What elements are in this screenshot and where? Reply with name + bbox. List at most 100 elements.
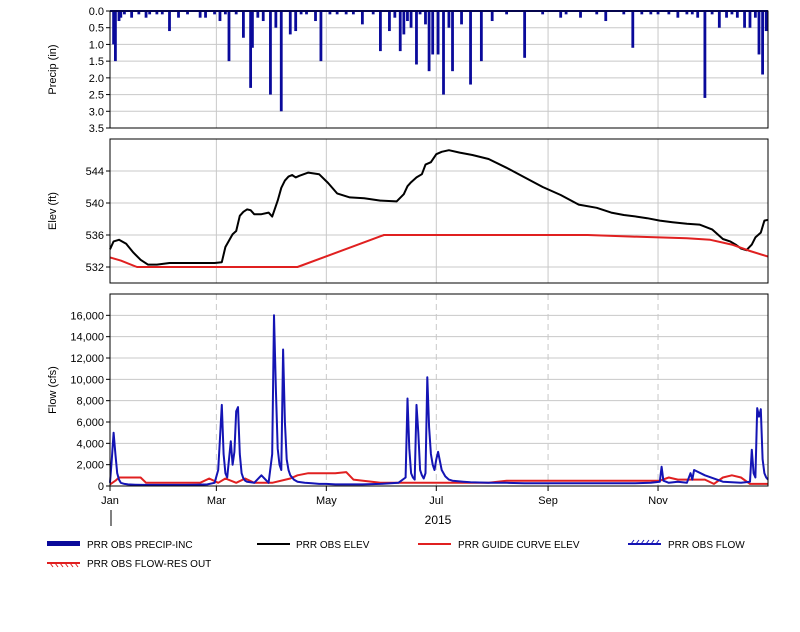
elev-ytick-label: 536: [86, 230, 104, 242]
precip-bar: [703, 11, 707, 98]
precip-panel: 0.0 0.5 1.0 1.5 2.0 2.5 3.0 3.5 Precip (in): [47, 6, 769, 135]
precip-bar: [631, 11, 635, 48]
precip-bar: [436, 11, 440, 55]
legend-label-guide-curve: PRR GUIDE CURVE ELEV: [458, 540, 580, 551]
x-tick-label: Mar: [207, 495, 226, 507]
precip-bar: [198, 11, 202, 18]
legend-label-res-out: PRR OBS FLOW-RES OUT: [87, 559, 211, 570]
precip-bar: [676, 11, 680, 18]
precip-bar: [251, 11, 254, 48]
flow-ytick-label: 0: [98, 481, 104, 493]
precip-ytick-label: 2.5: [89, 90, 104, 102]
year-label: 2015: [425, 513, 452, 527]
precip-ytick-label: 3.5: [89, 123, 104, 135]
flow-ytick-label: 14,000: [70, 332, 104, 344]
precip-ytick-label: 1.5: [89, 56, 104, 68]
precip-bar: [764, 11, 768, 32]
precip-bar: [735, 11, 739, 18]
precip-bar: [469, 11, 472, 85]
flow-ylabel: Flow (cfs): [47, 366, 59, 414]
precip-bar: [279, 11, 283, 112]
x-tick-label: May: [316, 495, 337, 507]
flow-panel: 0 2,000 4,000 6,000 8,000 10,000 12,000 14,000 1…: [47, 293, 769, 493]
precip-bar: [579, 11, 582, 18]
legend-label-obs-elev: PRR OBS ELEV: [296, 540, 370, 551]
precip-bar: [119, 11, 123, 18]
precip-ytick-label: 2.0: [89, 73, 104, 85]
legend-item-precip: PRR OBS PRECIP-INC: [47, 540, 193, 551]
precip-bar: [402, 11, 406, 35]
precip-bar: [523, 11, 527, 58]
precip-bar: [177, 11, 180, 18]
hydrograph-figure: 0.0 0.5 1.0 1.5 2.0 2.5 3.0 3.5 Precip (in) 532 5…: [0, 0, 800, 627]
legend-label-obs-flow: PRR OBS FLOW: [668, 540, 745, 551]
precip-bar: [379, 11, 382, 52]
precip-bar: [388, 11, 391, 32]
precip-bar: [490, 11, 494, 22]
legend: PRR OBS PRECIP-INC PRR OBS ELEV PRR GUID…: [47, 539, 745, 570]
precip-bar: [451, 11, 454, 72]
precip-bar: [424, 11, 427, 25]
precip-bar: [314, 11, 317, 22]
precip-bar: [130, 11, 134, 18]
flow-ytick-label: 10,000: [70, 374, 104, 386]
precip-bar: [696, 11, 700, 18]
precip-bar: [748, 11, 752, 28]
elev-ytick-label: 544: [86, 166, 104, 178]
precip-bar: [393, 11, 397, 18]
precip-ytick-label: 3.0: [89, 106, 104, 118]
flow-ytick-label: 4,000: [76, 438, 104, 450]
precip-ylabel: Precip (in): [47, 44, 59, 94]
precip-bar: [415, 11, 418, 65]
precip-bar: [559, 11, 563, 18]
flow-ytick-label: 2,000: [76, 460, 104, 472]
precip-bar: [604, 11, 608, 22]
elev-ytick-label: 532: [86, 262, 104, 274]
precip-bar: [288, 11, 292, 35]
legend-item-guide-curve: PRR GUIDE CURVE ELEV: [418, 540, 580, 551]
precip-bar: [447, 11, 451, 28]
flow-ytick-label: 12,000: [70, 353, 104, 365]
precip-bar: [168, 11, 171, 32]
precip-bar: [242, 11, 245, 38]
legend-label-precip: PRR OBS PRECIP-INC: [87, 540, 193, 551]
precip-bar: [743, 11, 746, 28]
precip-ytick-label: 1.0: [89, 39, 104, 51]
precip-bar: [360, 11, 364, 25]
precip-bar: [144, 11, 148, 18]
elevation-panel: 532 536 540 544 Elev (ft): [47, 138, 769, 284]
precip-bar: [406, 11, 409, 22]
precip-bar: [442, 11, 445, 95]
precip-bar: [761, 11, 764, 75]
precip-bar: [261, 11, 265, 22]
legend-item-obs-flow: PRR OBS FLOW: [628, 539, 745, 551]
x-tick-label: Sep: [538, 495, 558, 507]
x-tick-label: Jul: [429, 495, 443, 507]
precip-ytick-label: 0.0: [89, 6, 104, 18]
precip-bar: [269, 11, 272, 95]
flow-ytick-label: 6,000: [76, 417, 104, 429]
precip-bar: [479, 11, 483, 62]
precip-bar: [725, 11, 728, 18]
legend-swatch-precip: [47, 541, 80, 546]
elev-ylabel: Elev (ft): [47, 192, 59, 230]
precip-bar: [757, 11, 761, 55]
legend-item-obs-elev: PRR OBS ELEV: [257, 540, 370, 551]
precip-bar: [717, 11, 721, 28]
x-tick-label: Jan: [101, 495, 119, 507]
precip-ytick-label: 0.5: [89, 23, 104, 35]
precip-bar: [431, 11, 435, 55]
precip-bar: [256, 11, 260, 18]
precip-bar: [218, 11, 222, 22]
precip-bar: [204, 11, 207, 18]
elev-ytick-label: 540: [86, 198, 104, 210]
flow-ytick-label: 8,000: [76, 396, 104, 408]
hydrograph-svg: 0.00.51.01.52.02.53.03.5Precip (in) 5325…: [47, 6, 769, 570]
x-axis: 2015 Jan Mar May Jul Sep Nov: [101, 486, 668, 527]
x-tick-label: Nov: [648, 495, 668, 507]
precip-bar: [274, 11, 278, 28]
flow-ytick-label: 16,000: [70, 310, 104, 322]
precip-bar: [114, 11, 117, 62]
precip-bar: [227, 11, 231, 62]
legend-item-res-out: PRR OBS FLOW-RES OUT: [47, 559, 211, 570]
